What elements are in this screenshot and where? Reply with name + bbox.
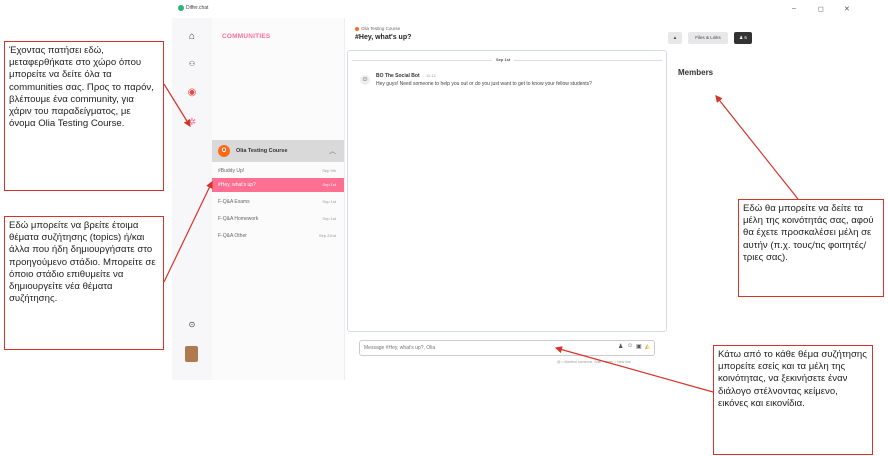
- maximize-button[interactable]: ◻: [818, 5, 824, 13]
- app-window: Differ.chat – ◻ ✕ ⌂ ⚇ ◉ ✲ ⊙ COMMUNITIES …: [172, 0, 888, 380]
- annotation-composer: Κάτω από το κάθε θέμα συζήτησης μπορείτε…: [713, 345, 873, 455]
- annotation-communities: Έχοντας πατήσει εδώ, μεταφερθήκατε στο χ…: [4, 41, 164, 191]
- title-bar: Differ.chat – ◻ ✕: [172, 0, 888, 18]
- minimize-button[interactable]: –: [792, 5, 796, 12]
- chat-icon[interactable]: ◉: [185, 86, 199, 100]
- people-icon[interactable]: ⚇: [185, 58, 199, 72]
- communities-panel: COMMUNITIES O Olia Testing Course ︿ #Bud…: [212, 18, 345, 380]
- members-icon: ♟: [739, 35, 744, 40]
- chat-area: Olia Testing Course #Hey, what's up? Sep…: [345, 18, 668, 380]
- mention-icon[interactable]: ♟: [618, 343, 623, 350]
- annotation-topics: Εδώ μπορείτε να βρείτε έτοιμα θέματα συζ…: [4, 216, 164, 350]
- app-title: Differ.chat: [186, 5, 209, 11]
- members-button[interactable]: ♟ 6: [734, 32, 752, 44]
- chat-topic-title: #Hey, what's up?: [355, 34, 412, 41]
- communities-title: COMMUNITIES: [222, 33, 271, 40]
- support-icon[interactable]: ⊙: [185, 318, 199, 332]
- user-avatar[interactable]: [185, 346, 198, 362]
- topic-item[interactable]: F-Q&A Homework Sep 1st: [212, 212, 344, 226]
- close-button[interactable]: ✕: [844, 5, 850, 13]
- icon-rail: ⌂ ⚇ ◉ ✲ ⊙: [172, 18, 212, 380]
- community-header[interactable]: O Olia Testing Course ︿: [212, 140, 344, 162]
- image-icon[interactable]: ▣: [636, 343, 642, 350]
- topic-item[interactable]: F-Q&A Other Sep 22nd: [212, 229, 344, 243]
- topic-item[interactable]: F-Q&A Exams Sep 1st: [212, 195, 344, 209]
- composer-hint: @ = Mention someone, Shift + enter = New…: [557, 360, 631, 364]
- message-time: 11:12: [426, 73, 436, 78]
- chevron-up-icon[interactable]: ︿: [329, 146, 336, 156]
- message-author: BO The Social Bot: [376, 73, 420, 79]
- message-text: Hey guys! Need someone to help you out o…: [376, 81, 592, 87]
- pin-button[interactable]: ▲: [668, 32, 682, 44]
- day-divider: Sep 1st: [352, 57, 662, 63]
- communities-icon[interactable]: ✲: [185, 116, 199, 130]
- chat-course-label: Olia Testing Course: [355, 26, 400, 31]
- home-icon[interactable]: ⌂: [185, 30, 199, 44]
- sticker-icon[interactable]: ◭: [645, 343, 650, 350]
- message-list[interactable]: Sep 1st ☺ BO The Social Bot 11:12 Hey gu…: [347, 50, 667, 332]
- topic-item-active[interactable]: #Hey, what's up? Sep 1st: [212, 178, 344, 192]
- files-links-button[interactable]: Files & Links: [688, 32, 728, 44]
- message-input[interactable]: [364, 343, 604, 352]
- community-dot-icon: [355, 26, 359, 31]
- members-title: Members: [678, 68, 714, 77]
- message-composer[interactable]: ♟ ☺ ▣ ◭: [359, 340, 655, 356]
- bot-avatar-icon: ☺: [360, 75, 370, 85]
- emoji-icon[interactable]: ☺: [627, 343, 633, 349]
- app-logo-icon: [178, 5, 184, 11]
- pin-icon: ▲: [672, 35, 678, 40]
- annotation-members: Εδώ θα μπορείτε να δείτε τα μέλη της κοι…: [738, 199, 884, 297]
- community-name: Olia Testing Course: [236, 148, 288, 154]
- topic-item[interactable]: #Buddy Up! Sep 9th: [212, 164, 344, 178]
- community-avatar: O: [218, 145, 230, 157]
